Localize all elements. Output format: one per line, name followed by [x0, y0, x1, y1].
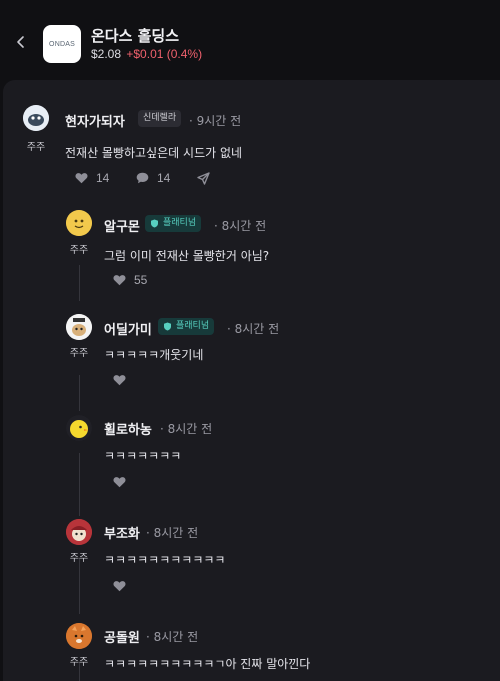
- avatar[interactable]: [66, 314, 92, 340]
- comment-author[interactable]: 현자가되자: [65, 111, 125, 130]
- send-icon: [197, 171, 210, 185]
- comment-time: · 8시간 전: [146, 630, 199, 644]
- heart-icon: [75, 173, 88, 184]
- comment-author[interactable]: 부조화: [104, 523, 140, 542]
- platinum-badge: 플래티넘: [145, 215, 202, 232]
- avatar-label: 주주: [69, 245, 89, 256]
- shield-icon: [151, 219, 158, 228]
- reply-item: 휠로하농 · 8시간 전 ㅋㅋㅋㅋㅋㅋㅋ: [3, 398, 500, 502]
- stock-change: +$0.01 (0.4%): [126, 47, 203, 61]
- logo-text: ONDAS: [49, 40, 75, 48]
- comment-author[interactable]: 공돌원: [104, 627, 140, 646]
- comment-item: 주주 현자가되자 신데렐라 · 9시간 전 전재산 몰빵하고싶은데 시드가 없네…: [3, 80, 500, 190]
- company-logo: ONDAS: [43, 25, 81, 63]
- stock-price: $2.08: [91, 47, 122, 61]
- heart-icon: [113, 477, 126, 488]
- like-button[interactable]: 55: [113, 273, 147, 287]
- like-button[interactable]: 14: [75, 171, 109, 185]
- avatar[interactable]: [66, 415, 92, 441]
- comment-time: · 9시간 전: [189, 114, 242, 128]
- comment-author[interactable]: 알구몬: [104, 216, 140, 235]
- heart-icon: [113, 375, 126, 386]
- like-button[interactable]: [113, 475, 126, 489]
- like-button[interactable]: [113, 579, 126, 593]
- platinum-badge: 플래티넘: [158, 318, 215, 335]
- chat-bubble-icon: [136, 172, 149, 184]
- comment-text: ㅋㅋㅋㅋㅋㅋㅋㅋㅋㅋㅋ: [104, 553, 226, 567]
- like-button[interactable]: [113, 373, 126, 387]
- stock-price-line: $2.08 +$0.01 (0.4%): [91, 47, 202, 61]
- reply-item: 주주 알구몬 플래티넘 · 8시간 전 그럼 이미 전재산 몰빵한거 아님? 5…: [3, 190, 500, 295]
- comment-time: · 8시간 전: [160, 422, 213, 436]
- avatar-label: 주주: [69, 348, 89, 359]
- comment-text: ㅋㅋㅋㅋㅋㅋㅋㅋㅋㅋㄱ아 진짜 말아낀다: [104, 657, 311, 671]
- heart-icon: [113, 581, 126, 592]
- like-count: 55: [134, 273, 148, 287]
- shield-icon: [164, 322, 171, 331]
- comment-time: · 8시간 전: [227, 322, 280, 336]
- avatar-label: 주주: [26, 142, 46, 153]
- heart-icon: [113, 275, 126, 286]
- comment-text: ㅋㅋㅋㅋㅋ개웃기네: [104, 348, 204, 362]
- badge-label: 플래티넘: [163, 218, 197, 228]
- avatar[interactable]: [66, 519, 92, 545]
- comment-time: · 8시간 전: [214, 219, 267, 233]
- comment-text: 전재산 몰빵하고싶은데 시드가 없네: [65, 146, 243, 160]
- badge-label: 플래티넘: [176, 321, 210, 331]
- reply-item: 주주 공돌원 · 8시간 전 ㅋㅋㅋㅋㅋㅋㅋㅋㅋㅋㄱ아 진짜 말아낀다: [3, 606, 500, 681]
- reply-item: 주주 부조화 · 8시간 전 ㅋㅋㅋㅋㅋㅋㅋㅋㅋㅋㅋ: [3, 502, 500, 606]
- user-badge: 신데렐라: [138, 110, 182, 127]
- reply-count: 14: [157, 171, 171, 185]
- avatar[interactable]: [23, 105, 49, 131]
- comment-time: · 8시간 전: [146, 526, 199, 540]
- reply-item: 주주 어딜가미 플래티넘 · 8시간 전 ㅋㅋㅋㅋㅋ개웃기네: [3, 295, 500, 398]
- comment-author[interactable]: 어딜가미: [104, 319, 152, 338]
- reply-button[interactable]: 14: [136, 171, 170, 185]
- comments-panel: 주주 현자가되자 신데렐라 · 9시간 전 전재산 몰빵하고싶은데 시드가 없네…: [3, 80, 500, 681]
- comment-author[interactable]: 휠로하농: [104, 419, 152, 438]
- avatar-label: 주주: [69, 657, 89, 668]
- comment-text: ㅋㅋㅋㅋㅋㅋㅋ: [104, 449, 182, 463]
- comment-text: 그럼 이미 전재산 몰빵한거 아님?: [104, 249, 270, 263]
- like-count: 14: [96, 171, 110, 185]
- share-button[interactable]: [197, 171, 210, 185]
- back-icon[interactable]: [12, 33, 30, 51]
- stock-header: ONDAS 온다스 홀딩스 $2.08 +$0.01 (0.4%): [0, 0, 500, 80]
- stock-name: 온다스 홀딩스: [91, 27, 180, 45]
- avatar[interactable]: [66, 210, 92, 236]
- avatar-label: 주주: [69, 553, 89, 564]
- avatar[interactable]: [66, 623, 92, 649]
